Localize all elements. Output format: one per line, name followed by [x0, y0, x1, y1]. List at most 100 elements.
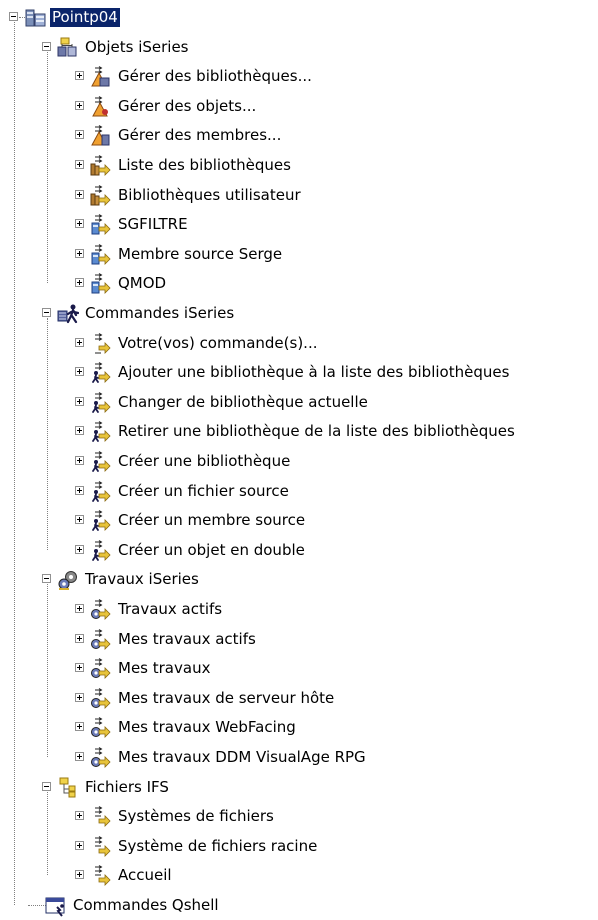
tree-item-mes-travaux-ddm-visualage-rpg[interactable]: Mes travaux DDM VisualAge RPG [0, 743, 598, 772]
tree-item-liste-des-bibliotheques[interactable]: Liste des bibliothèques [0, 151, 598, 180]
tree-item-mes-travaux-webfacing[interactable]: Mes travaux WebFacing [0, 713, 598, 742]
tree-guide-line [47, 584, 48, 757]
expand-toggle-icon[interactable] [75, 515, 84, 525]
tree-item-label: Travaux actifs [118, 600, 223, 618]
tree-node-commandes-qshell[interactable]: Commandes Qshell [0, 891, 598, 920]
job-filter-icon [90, 687, 112, 710]
job-filter-icon [90, 717, 112, 739]
command-filter-icon [90, 510, 112, 532]
tree-item-label: Membre source Serge [118, 244, 283, 263]
expand-toggle-icon[interactable] [75, 130, 84, 140]
group-node-label: Travaux iSeries [85, 570, 199, 589]
expand-toggle-icon[interactable] [75, 189, 84, 199]
tree-item-creer-un-membre-source[interactable]: Créer un membre source [0, 506, 598, 535]
tree-item-systeme-de-fichiers-racine[interactable]: Système de fichiers racine [0, 832, 598, 861]
tree-item-label: Créer un fichier source [118, 481, 289, 500]
tree-guide-line [14, 22, 15, 905]
tree-item-mes-travaux-de-serveur-hote[interactable]: Mes travaux de serveur hôte [0, 684, 598, 713]
expand-toggle-icon[interactable] [75, 840, 84, 850]
tree-item-label: Système de fichiers racine [118, 836, 318, 855]
expand-toggle-icon[interactable] [75, 485, 84, 495]
tree-item-creer-un-fichier-source[interactable]: Créer un fichier source [0, 477, 598, 506]
tree-node-commandes-iseries[interactable]: Commandes iSeries [0, 299, 598, 328]
collapse-toggle-icon[interactable] [42, 308, 51, 317]
tree-item-gerer-des-bibliotheques[interactable]: Gérer des bibliothèques... [0, 62, 598, 91]
expand-toggle-icon[interactable] [75, 752, 84, 761]
tree-item-label: Accueil [118, 866, 172, 885]
tree-item-travaux-actifs[interactable]: Travaux actifs [0, 595, 598, 624]
objects-folder-icon [57, 37, 79, 59]
tree-item-label: SGFILTRE [118, 215, 188, 234]
expand-toggle-icon[interactable] [75, 426, 84, 436]
expand-toggle-icon[interactable] [75, 160, 84, 169]
tree-node-travaux-iseries[interactable]: Travaux iSeries [0, 565, 598, 594]
collapse-toggle-icon[interactable] [42, 574, 51, 584]
tree-guide-line [47, 791, 48, 876]
expand-toggle-icon[interactable] [75, 71, 84, 81]
expand-toggle-icon[interactable] [75, 604, 84, 613]
expand-toggle-icon[interactable] [75, 692, 84, 702]
tree-item-ajouter-une-bibliotheque-a-la-liste-des-bibliotheques[interactable]: Ajouter une bibliothèque à la liste des … [0, 358, 598, 387]
tree-item-votre-vos-commande-s[interactable]: Votre(vos) commande(s)... [0, 329, 598, 358]
tree-item-creer-un-objet-en-double[interactable]: Créer un objet en double [0, 536, 598, 565]
expand-toggle-icon[interactable] [75, 248, 84, 258]
group-node-label: Commandes iSeries [85, 304, 235, 322]
tree-node-fichiers-ifs[interactable]: Fichiers IFS [0, 773, 598, 802]
group-node-label: Objets iSeries [85, 37, 189, 56]
tree-node-objets-iseries[interactable]: Objets iSeries [0, 33, 598, 62]
expand-toggle-icon[interactable] [75, 544, 84, 554]
expand-toggle-icon[interactable] [75, 396, 84, 406]
tree-guide-line [47, 51, 48, 284]
qshell-window-icon [45, 895, 67, 917]
tree-item-changer-de-bibliotheque-actuelle[interactable]: Changer de bibliothèque actuelle [0, 388, 598, 417]
expand-toggle-icon[interactable] [75, 633, 84, 643]
tree-item-label: Changer de bibliothèque actuelle [118, 392, 368, 411]
expand-toggle-icon[interactable] [75, 722, 84, 732]
tree-item-retirer-une-bibliotheque-de-la-liste-des-bibliotheques[interactable]: Retirer une bibliothèque de la liste des… [0, 417, 598, 446]
object-filter-icon [90, 273, 112, 295]
expand-toggle-icon[interactable] [75, 337, 84, 347]
expand-toggle-icon[interactable] [75, 219, 84, 229]
system-connection-icon [24, 7, 46, 29]
command-filter-icon [90, 451, 112, 473]
manage-objects-icon [90, 95, 112, 118]
tree-item-label: Votre(vos) commande(s)... [118, 333, 318, 352]
expand-toggle-icon[interactable] [75, 278, 84, 288]
expand-toggle-icon[interactable] [75, 811, 84, 821]
tree-item-label: Retirer une bibliothèque de la liste des… [118, 422, 515, 441]
ifs-files-icon [57, 777, 79, 799]
tree-item-accueil[interactable]: Accueil [0, 861, 598, 890]
tree-item-mes-travaux[interactable]: Mes travaux [0, 654, 598, 683]
expand-toggle-icon[interactable] [75, 367, 84, 377]
manage-members-icon [90, 125, 112, 147]
tree-item-qmod[interactable]: QMOD [0, 269, 598, 298]
tree-item-gerer-des-objets[interactable]: Gérer des objets... [0, 92, 598, 121]
collapse-toggle-icon[interactable] [42, 781, 51, 791]
group-node-label: Commandes Qshell [73, 896, 219, 914]
tree-item-gerer-des-membres[interactable]: Gérer des membres... [0, 121, 598, 150]
expand-toggle-icon[interactable] [75, 456, 84, 465]
collapse-toggle-icon[interactable] [42, 41, 51, 51]
expand-toggle-icon[interactable] [75, 870, 84, 880]
tree-item-creer-une-bibliotheque[interactable]: Créer une bibliothèque [0, 447, 598, 476]
group-node-label: Fichiers IFS [85, 777, 169, 796]
tree-item-label: Créer un objet en double [118, 540, 305, 559]
expand-toggle-icon[interactable] [75, 663, 84, 673]
tree-item-label: Mes travaux WebFacing [118, 718, 296, 737]
file-filter-icon [90, 865, 112, 887]
tree-item-bibliotheques-utilisateur[interactable]: Bibliothèques utilisateur [0, 181, 598, 210]
tree-item-sgfiltre[interactable]: SGFILTRE [0, 210, 598, 239]
tree-item-label: Liste des bibliothèques [118, 156, 291, 174]
tree-item-systemes-de-fichiers[interactable]: Systèmes de fichiers [0, 802, 598, 831]
tree-item-label: Gérer des bibliothèques... [118, 67, 312, 86]
collapse-toggle-icon[interactable] [9, 12, 18, 21]
tree-item-mes-travaux-actifs[interactable]: Mes travaux actifs [0, 625, 598, 654]
tree-item-membre-source-serge[interactable]: Membre source Serge [0, 240, 598, 269]
command-filter-icon [90, 539, 112, 562]
expand-toggle-icon[interactable] [75, 100, 84, 110]
tree-node-root[interactable]: Pointp04 [0, 3, 598, 32]
job-filter-icon [90, 599, 112, 621]
remote-systems-tree[interactable]: Pointp04 Objets iSeries Gérer des biblioth… [0, 0, 598, 917]
command-filter-icon [90, 421, 112, 443]
library-list-filter-icon [90, 155, 112, 177]
